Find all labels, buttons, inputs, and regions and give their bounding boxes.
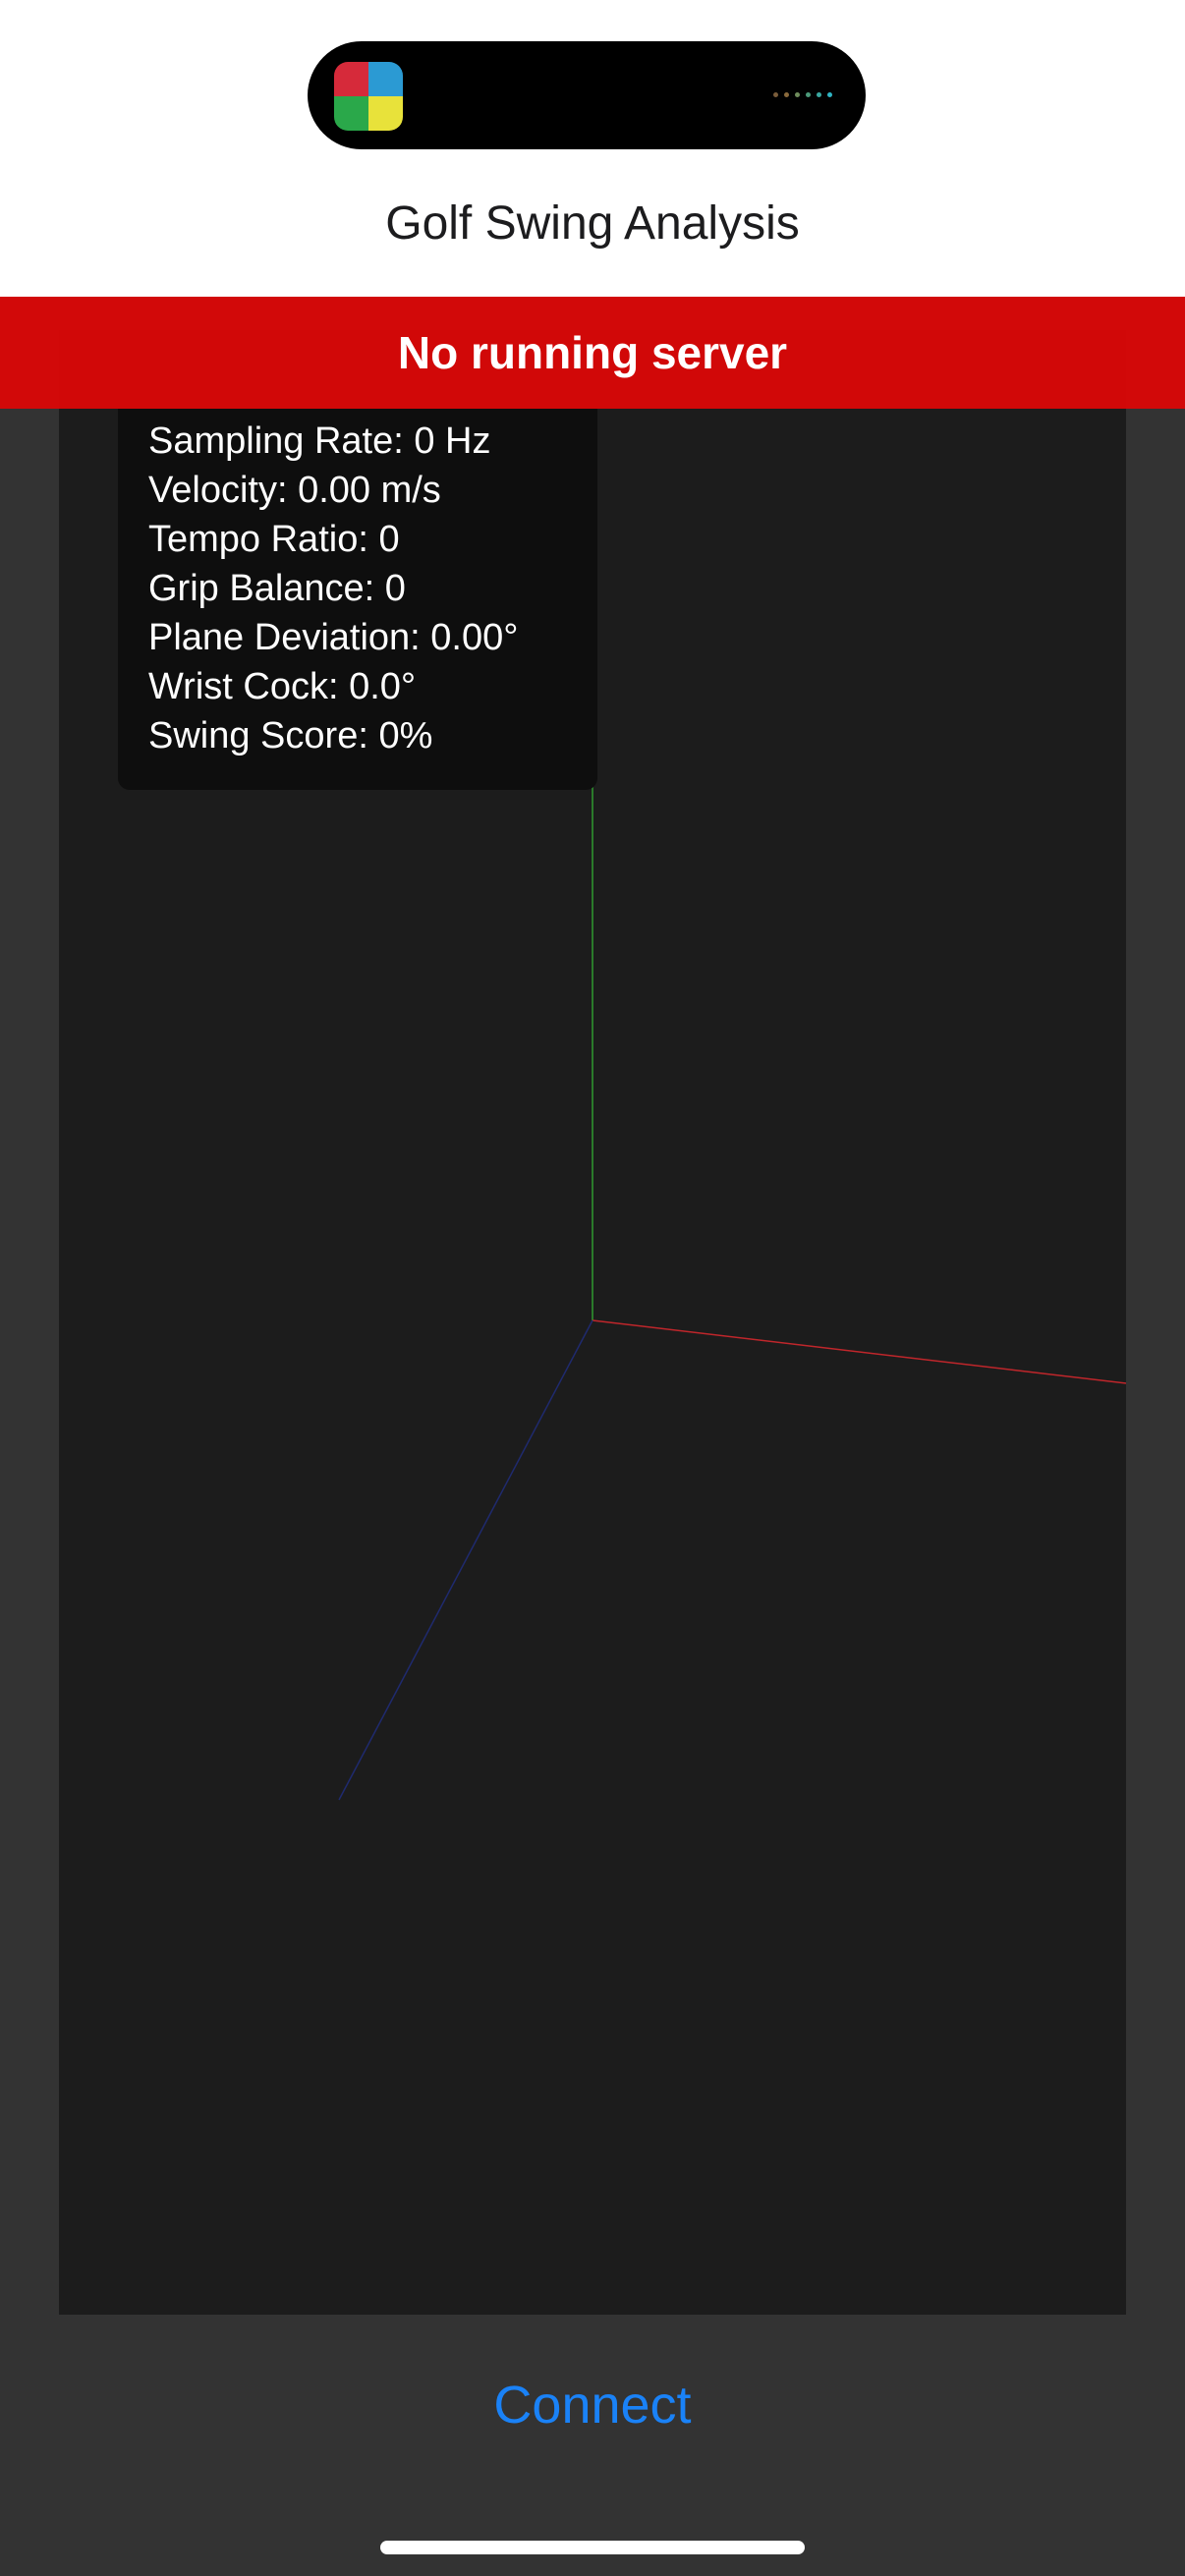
- x-axis-line: [592, 1319, 1126, 1384]
- server-status-banner: No running server: [0, 297, 1185, 409]
- stats-panel: Sampling Rate: 0 Hz Velocity: 0.00 m/s T…: [118, 387, 597, 790]
- z-axis-line: [338, 1319, 593, 1801]
- swing-score-readout: Swing Score: 0%: [148, 715, 433, 756]
- tempo-ratio-readout: Tempo Ratio: 0: [148, 519, 400, 560]
- wrist-cock-readout: Wrist Cock: 0.0°: [148, 666, 417, 707]
- velocity-readout: Velocity: 0.00 m/s: [148, 470, 441, 511]
- color-quadrant-app-icon: [334, 62, 403, 131]
- home-indicator[interactable]: [380, 2541, 805, 2554]
- top-area: Golf Swing Analysis: [0, 0, 1185, 297]
- page-title: Golf Swing Analysis: [385, 197, 800, 250]
- grip-balance-readout: Grip Balance: 0: [148, 568, 406, 609]
- dynamic-island: [308, 41, 866, 149]
- sampling-rate-readout: Sampling Rate: 0 Hz: [148, 420, 491, 462]
- plane-deviation-readout: Plane Deviation: 0.00°: [148, 617, 519, 658]
- connect-button[interactable]: Connect: [445, 2366, 740, 2444]
- dots-icon: [773, 92, 836, 98]
